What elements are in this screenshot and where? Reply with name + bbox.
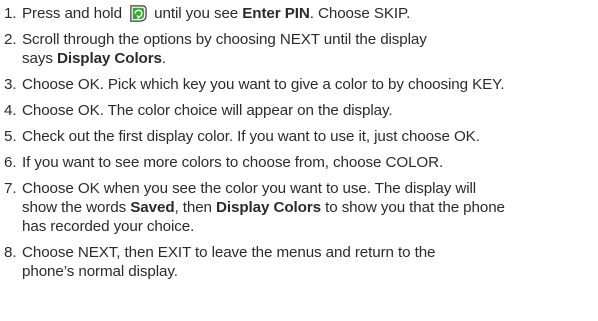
step-3: 3. Choose OK. Pick which key you want to … xyxy=(0,75,596,94)
step-emphasis: Saved xyxy=(130,199,175,216)
step-text: has recorded your choice. xyxy=(22,218,195,235)
step-text: Choose OK. The color choice will appear … xyxy=(22,102,393,119)
step-emphasis: Enter PIN xyxy=(242,5,310,22)
step-text: Check out the first display color. If yo… xyxy=(22,128,480,145)
step-text: Press and hold xyxy=(22,5,127,22)
step-text: phone’s normal display. xyxy=(22,263,178,280)
step-number: 6. xyxy=(4,154,17,171)
step-number: 1. xyxy=(4,5,17,22)
step-2: 2. Scroll through the options by choosing… xyxy=(0,30,596,68)
step-emphasis: Display Colors xyxy=(56,50,162,67)
step-number: 2. xyxy=(4,31,17,48)
step-number: 8. xyxy=(4,244,17,261)
instruction-steps: 1. Press and hold until you see Enter PIN… xyxy=(0,4,596,288)
step-1: 1. Press and hold until you see Enter PIN… xyxy=(0,4,596,23)
step-text: Choose OK when you see the color you wan… xyxy=(22,180,477,197)
menu-key-icon xyxy=(129,4,148,23)
step-number: 3. xyxy=(4,76,17,93)
step-text: show the words xyxy=(22,199,131,216)
step-text: says xyxy=(22,50,57,67)
step-text: Scroll through the options by choosing N… xyxy=(22,31,427,48)
step-text: . xyxy=(161,50,167,67)
step-6: 6. If you want to see more colors to choo… xyxy=(0,153,596,172)
step-text: If you want to see more colors to choose… xyxy=(22,154,444,171)
step-8: 8. Choose NEXT, then EXIT to leave the me… xyxy=(0,243,596,281)
step-number: 4. xyxy=(4,102,17,119)
step-text: . Choose SKIP. xyxy=(309,5,411,22)
step-text: to show you that the phone xyxy=(320,199,505,216)
step-text: Choose NEXT, then EXIT to leave the menu… xyxy=(22,244,436,261)
step-7: 7. Choose OK when you see the color you w… xyxy=(0,179,596,236)
step-number: 5. xyxy=(4,128,17,145)
step-5: 5. Check out the first display color. If … xyxy=(0,127,596,146)
step-number: 7. xyxy=(4,180,17,197)
step-text: , then xyxy=(174,199,217,216)
step-text: until you see xyxy=(150,5,243,22)
step-emphasis: Display Colors xyxy=(216,199,321,216)
step-text: Choose OK. Pick which key you want to gi… xyxy=(22,76,505,93)
step-4: 4. Choose OK. The color choice will appea… xyxy=(0,101,596,120)
